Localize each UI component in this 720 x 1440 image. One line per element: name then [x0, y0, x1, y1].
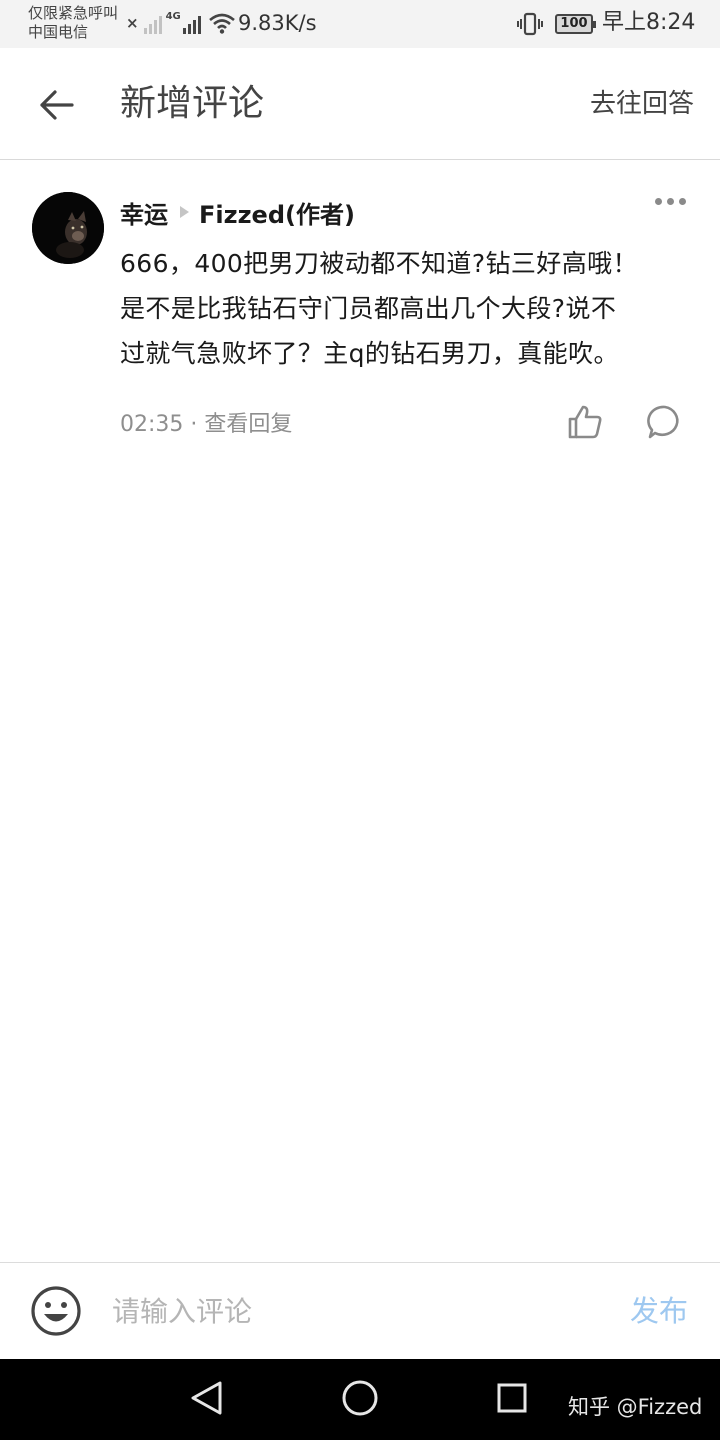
page-title: 新增评论	[120, 83, 265, 124]
watermark: 知乎 @Fizzed	[568, 1395, 703, 1419]
comment-time: 02:35	[120, 412, 184, 437]
no-sim-signal-icon: ×	[126, 14, 139, 32]
comment-input-bar: 发布	[0, 1262, 720, 1359]
vibrate-icon	[517, 12, 543, 36]
smiley-icon[interactable]	[30, 1285, 82, 1337]
battery-icon: 100	[555, 14, 596, 34]
go-to-answer-button[interactable]: 去往回答	[590, 84, 694, 124]
reply-to-name[interactable]: Fizzed(作者)	[199, 195, 355, 230]
comment-input[interactable]	[112, 1285, 582, 1337]
square-recent-icon[interactable]	[496, 1382, 528, 1414]
comment-text: 666，400把男刀被动都不知道?钻三好高哦！ 是不是比我钻石守门员都高出几个大…	[120, 249, 638, 368]
emergency-only-text: 仅限紧急呼叫	[28, 4, 119, 22]
net-speed: 9.83K/s	[238, 11, 317, 35]
carrier-name: 中国电信	[28, 23, 89, 41]
header: 新增评论 去往回答	[0, 48, 720, 160]
battery-level: 100	[560, 16, 588, 31]
system-nav-bar: 知乎 @Fizzed	[0, 1359, 720, 1440]
comment-meta: 幸运 Fizzed(作者)	[120, 194, 355, 230]
back-button[interactable]	[30, 82, 82, 128]
signal-icon	[182, 14, 201, 34]
thumbs-up-icon[interactable]	[566, 403, 604, 441]
clock: 早上8:24	[602, 10, 696, 35]
comment-bubble-icon[interactable]	[646, 403, 684, 441]
view-replies-link[interactable]: 查看回复	[204, 412, 292, 437]
publish-button[interactable]: 发布	[630, 1289, 688, 1333]
comment-footer: 02:35 · 查看回复	[120, 407, 292, 443]
status-bar: 仅限紧急呼叫 中国电信 × 4G 9.83K/s 100 早上8:24	[0, 0, 720, 48]
reply-arrow-icon	[180, 206, 189, 218]
circle-home-icon[interactable]	[341, 1379, 379, 1417]
arrow-left-icon	[40, 90, 74, 120]
more-dots-icon[interactable]	[650, 191, 690, 211]
triangle-back-icon[interactable]	[188, 1379, 224, 1417]
network-type: 4G	[165, 11, 181, 22]
avatar-cat-image	[32, 192, 104, 264]
separator: ·	[190, 412, 198, 437]
wifi-icon	[208, 13, 235, 34]
carrier-info: 仅限紧急呼叫 中国电信	[28, 4, 118, 42]
avatar[interactable]	[32, 192, 104, 264]
author-name[interactable]: 幸运	[120, 195, 168, 230]
signal-group: × 4G	[126, 8, 235, 38]
no-sim-signal-bars	[143, 14, 162, 34]
